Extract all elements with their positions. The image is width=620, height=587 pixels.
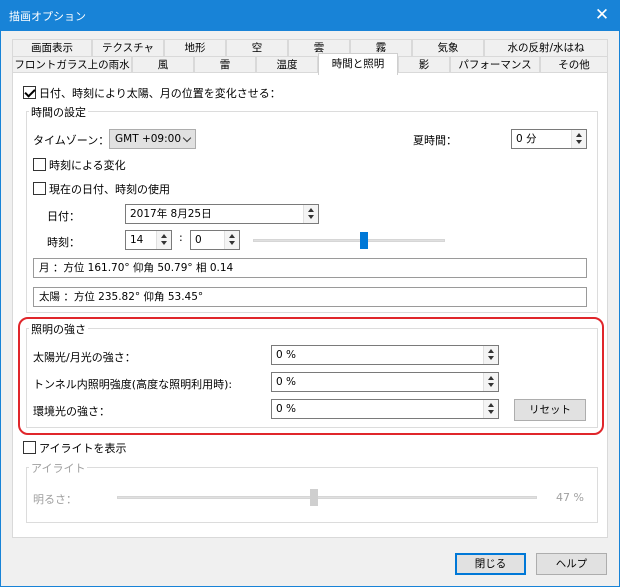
moon-info-box: 月 ：方位 161.70° 仰角 50.79° 相 0.14 [33,258,587,278]
sun-info-box: 太陽 ：方位 235.82° 仰角 53.45° [33,287,587,307]
lighting-title: 照明の強さ [29,321,88,337]
timezone-select[interactable]: GMT +09:00 [109,129,196,149]
dst-label: 夏時間： [413,134,457,147]
date-picker[interactable]: 2017年 8月25日 [125,204,319,224]
time-label: 時刻： [47,236,80,249]
sun-moon-light-spinbox[interactable]: 0 % [271,345,499,365]
sun-moon-position-label: 日付、時刻により太陽、月の位置を変化させる： [39,87,281,100]
tab-terrain[interactable]: 地形 [164,39,226,57]
hour-spinbox[interactable]: 14 [125,230,172,250]
change-by-time-label: 時刻による変化 [49,159,126,172]
show-eyelight-label: アイライトを表示 [39,442,127,455]
sun-moon-position-checkbox[interactable] [23,86,36,99]
time-settings-title: 時間の設定 [29,104,88,120]
dst-value: 0 分 [516,133,537,145]
moon-info-text: 月 ：方位 161.70° 仰角 50.79° 相 0.14 [39,262,234,274]
tab-weather[interactable]: 気象 [412,39,484,57]
spin-arrows-icon[interactable] [571,130,586,148]
sun-info-text: 太陽 ：方位 235.82° 仰角 53.45° [39,291,204,303]
sun-moon-light-label: 太陽光/月光の強さ： [33,351,136,364]
spin-arrows-icon[interactable] [483,346,498,364]
brightness-slider-track[interactable] [117,496,537,499]
spin-arrows-icon[interactable] [483,400,498,418]
date-label: 日付： [47,210,80,223]
date-value: 2017年 8月25日 [130,208,212,220]
ambient-light-spinbox[interactable]: 0 % [271,399,499,419]
time-slider-thumb[interactable] [360,232,369,249]
show-eyelight-checkbox[interactable] [23,441,36,454]
reset-button[interactable]: リセット [514,399,586,421]
hour-value: 14 [130,234,144,246]
tab-sky[interactable]: 空 [226,39,288,57]
options-dialog: 描画オプション ✕ 画面表示 テクスチャ 地形 空 雲 霧 気象 水の反射/水は… [0,0,620,587]
dst-spinbox[interactable]: 0 分 [511,129,587,149]
use-current-datetime-checkbox[interactable] [33,182,46,195]
tunnel-light-label: トンネル内照明強度(高度な照明利用時): [33,378,233,391]
tab-display[interactable]: 画面表示 [12,39,92,57]
brightness-slider-thumb[interactable] [310,489,319,506]
time-separator: : [179,231,183,244]
window-title: 描画オプション [9,10,86,23]
ambient-light-value: 0 % [276,403,296,415]
chevron-down-icon [182,133,192,143]
close-icon[interactable]: ✕ [585,1,619,31]
brightness-value: 47 % [556,491,584,504]
minute-value: 0 [195,234,202,246]
tab-texture[interactable]: テクスチャ [92,39,164,57]
tunnel-light-spinbox[interactable]: 0 % [271,372,499,392]
timezone-label: タイムゾーン： [33,134,110,147]
ambient-light-label: 環境光の強さ： [33,405,110,418]
time-slider-track[interactable] [253,239,445,242]
tab-time-lighting[interactable]: 時間と照明 [318,53,398,75]
sun-moon-light-value: 0 % [276,349,296,361]
change-by-time-checkbox[interactable] [33,158,46,171]
timezone-value: GMT +09:00 [115,133,182,145]
eyelight-title: アイライト [29,460,88,476]
spin-arrows-icon[interactable] [483,373,498,391]
close-button[interactable]: 閉じる [455,553,526,575]
help-button[interactable]: ヘルプ [536,553,607,575]
spin-arrows-icon[interactable] [156,231,171,249]
title-bar[interactable]: 描画オプション ✕ [1,1,619,31]
tunnel-light-value: 0 % [276,376,296,388]
brightness-label: 明るさ： [33,493,77,506]
tab-water-reflection[interactable]: 水の反射/水はね [484,39,608,57]
minute-spinbox[interactable]: 0 [190,230,240,250]
use-current-datetime-label: 現在の日付、時刻の使用 [49,183,170,196]
spin-arrows-icon[interactable] [224,231,239,249]
spin-arrows-icon[interactable] [303,205,318,223]
